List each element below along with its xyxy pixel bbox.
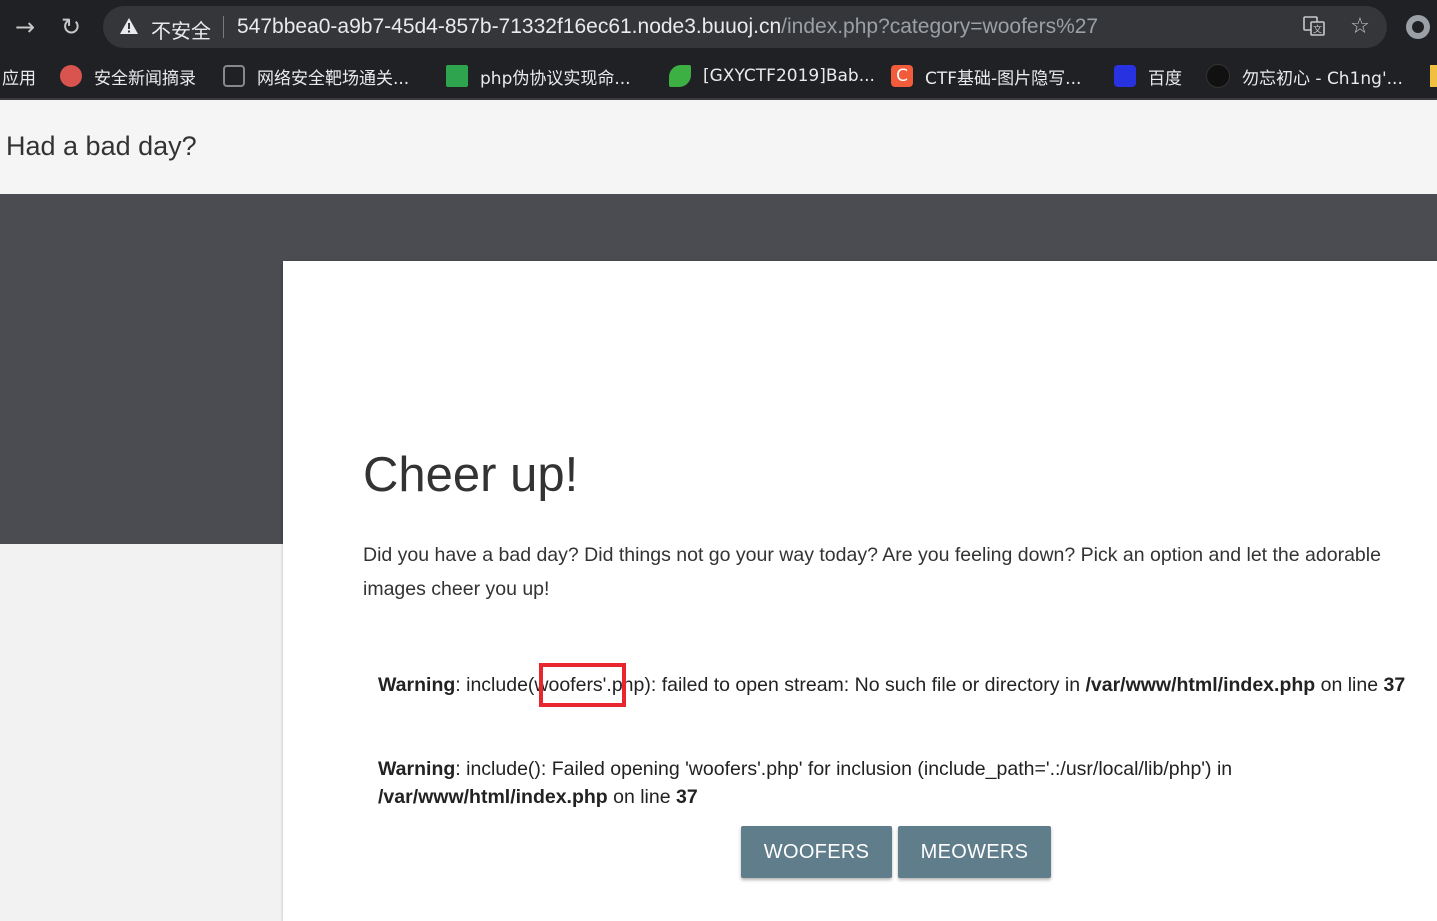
content-card: Cheer up! Did you have a bad day? Did th…: [283, 261, 1437, 921]
bookmark-label: 安全新闻摘录: [94, 68, 196, 89]
doc-icon: [446, 65, 468, 87]
bookmark-label: 百度: [1148, 68, 1182, 89]
reload-icon[interactable]: ↻: [56, 11, 86, 43]
translate-icon[interactable]: 文: [1301, 14, 1327, 40]
annotation-highlight-box: [539, 663, 626, 707]
bookmarks-bar: 应用 安全新闻摘录 网络安全靶场通关... php伪协议实现命... [GXYC…: [0, 54, 1437, 100]
woofers-button[interactable]: WOOFERS: [741, 826, 892, 878]
bookmark-label: [GXYCTF2019]Bab...: [703, 66, 875, 86]
bookmark-label: 网络安全靶场通关...: [257, 68, 410, 89]
warning-icon: [120, 18, 138, 34]
page-title: Cheer up!: [363, 448, 579, 502]
warning-line: 37: [676, 786, 698, 808]
bookmark-label: CTF基础-图片隐写...: [925, 68, 1082, 89]
bookmark-php-protocol[interactable]: php伪协议实现命...: [446, 54, 631, 98]
php-warning-1: Warning: include(woofers'.php): failed t…: [378, 671, 1408, 699]
php-warning-2: Warning: include(): Failed opening 'woof…: [378, 755, 1408, 811]
url-text[interactable]: 547bbea0-a9b7-45d4-857b-71332f16ec61.nod…: [237, 15, 1098, 39]
site-brand[interactable]: Had a bad day?: [6, 131, 197, 162]
bookmark-label: 勿忘初心 - Ch1ng'...: [1242, 68, 1403, 89]
bookmark-apps[interactable]: 应用: [2, 54, 36, 98]
bookmark-label: php伪协议实现命...: [480, 68, 631, 89]
forward-icon[interactable]: →: [10, 11, 40, 43]
bookmark-security-news[interactable]: 安全新闻摘录: [60, 54, 196, 98]
warning-path: /var/www/html/index.php: [1085, 674, 1316, 696]
site-navbar: Had a bad day?: [0, 100, 1437, 194]
bookmark-range-walkthrough[interactable]: 网络安全靶场通关...: [223, 54, 409, 98]
warning-text: : include(): Failed opening 'woofers'.ph…: [455, 758, 1233, 780]
bookmark-label: 应用: [2, 68, 36, 89]
baidu-icon: [1114, 65, 1136, 87]
target-icon: [223, 65, 245, 87]
meowers-button[interactable]: MEOWERS: [898, 826, 1051, 878]
warning-label: Warning: [378, 674, 456, 696]
browser-toolbar: → ↻ 不安全 547bbea0-a9b7-45d4-857b-71332f16…: [0, 0, 1437, 54]
address-divider: [223, 16, 224, 38]
bookmark-baidu[interactable]: 百度: [1114, 54, 1182, 98]
bookmark-github[interactable]: 勿忘初心 - Ch1ng'...: [1206, 54, 1403, 98]
address-bar[interactable]: 不安全 547bbea0-a9b7-45d4-857b-71332f16ec61…: [103, 6, 1387, 48]
warning-line: 37: [1383, 674, 1406, 696]
url-path: /index.php?category=woofers%27: [781, 15, 1099, 38]
csdn-icon: C: [891, 65, 913, 87]
news-icon: [60, 65, 82, 87]
warning-text: on line: [1315, 674, 1384, 696]
profile-icon[interactable]: [1406, 15, 1430, 39]
warning-label: Warning: [378, 758, 456, 780]
bookmark-gxyctf[interactable]: [GXYCTF2019]Bab...: [669, 54, 875, 98]
warning-path: /var/www/html/index.php: [378, 786, 608, 808]
folder-icon[interactable]: [1430, 65, 1437, 87]
intro-text: Did you have a bad day? Did things not g…: [363, 544, 1381, 600]
bookmark-ctf-stego[interactable]: C CTF基础-图片隐写...: [891, 54, 1081, 98]
leaf-icon: [669, 65, 691, 87]
warning-text: on line: [607, 786, 677, 808]
svg-text:文: 文: [1313, 24, 1322, 36]
url-host: 547bbea0-a9b7-45d4-857b-71332f16ec61.nod…: [237, 15, 782, 38]
github-icon: [1206, 64, 1230, 88]
security-label: 不安全: [151, 19, 211, 43]
bookmark-star-icon[interactable]: ☆: [1347, 14, 1373, 40]
